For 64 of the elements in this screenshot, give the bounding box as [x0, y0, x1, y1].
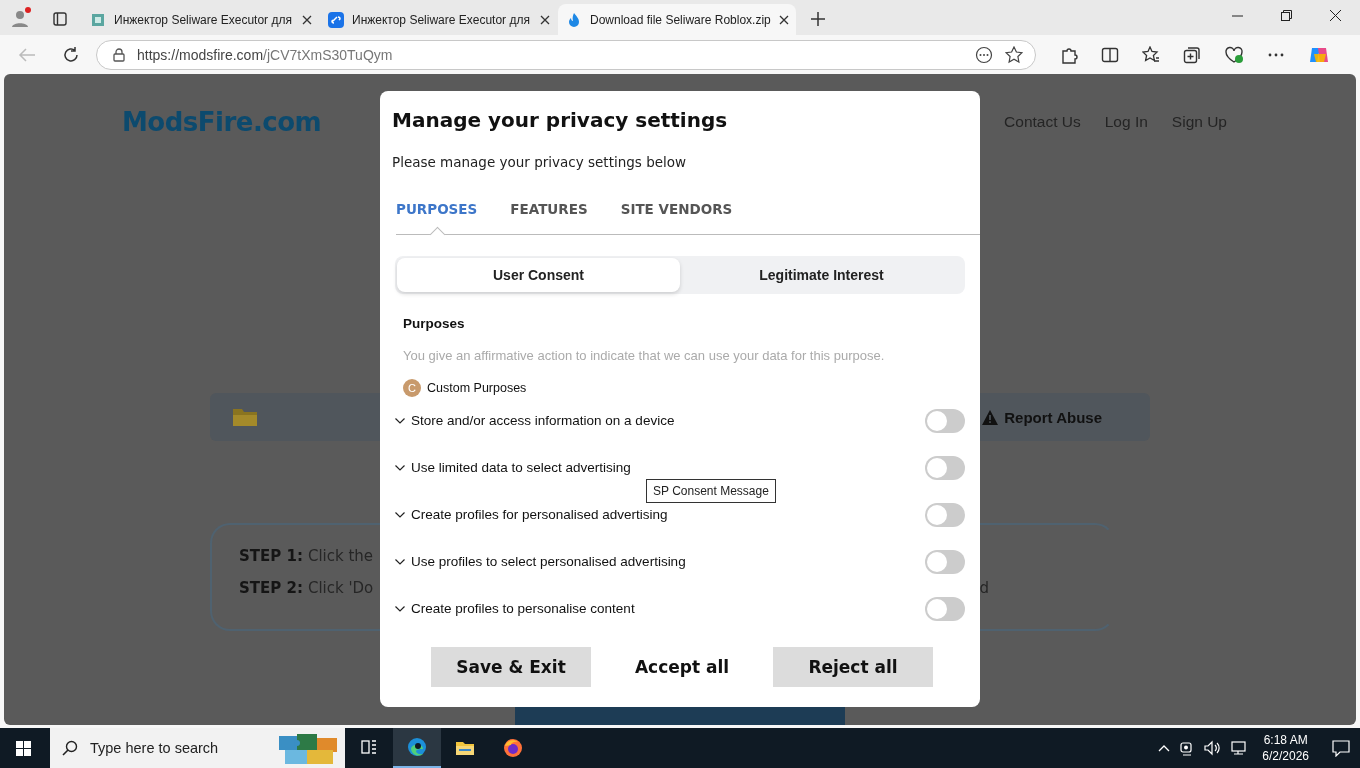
edge-icon[interactable]	[407, 737, 427, 757]
segment-tab[interactable]: Legitimate Interest	[680, 258, 963, 292]
more-icon[interactable]	[975, 45, 993, 64]
restore-icon[interactable]	[1281, 10, 1292, 21]
warning-icon	[982, 409, 999, 425]
star-icon[interactable]	[1005, 45, 1023, 64]
chevron-down-icon[interactable]	[395, 605, 405, 612]
dialog-title: Manage your privacy settings	[392, 108, 729, 132]
letter-avatar: C	[403, 379, 421, 397]
purpose-label[interactable]: Use profiles to select personalised advertising	[411, 554, 686, 569]
taskbar-search[interactable]: Type here to search	[50, 728, 345, 768]
link-icon	[328, 11, 344, 28]
heart-pulse-icon[interactable]	[1224, 45, 1244, 64]
chevron-down-icon[interactable]	[395, 464, 405, 471]
volume-icon[interactable]	[1204, 740, 1223, 756]
browser-tab[interactable]: Инжектор Seliware Executor для	[320, 4, 558, 35]
dialog-tab[interactable]: SITE VENDORS	[620, 201, 733, 217]
group-label: Custom Purposes	[427, 381, 527, 395]
new-tab-icon[interactable]	[810, 11, 826, 27]
dialog-subtitle: Please manage your privacy settings below	[392, 154, 688, 170]
cube-icon	[90, 11, 106, 28]
section-heading: Purposes	[403, 316, 466, 331]
firefox-icon[interactable]	[503, 738, 523, 758]
dialog-tab[interactable]: FEATURES	[510, 201, 588, 217]
dialog-button[interactable]: Save & Exit	[431, 647, 591, 687]
notification-icon[interactable]	[1332, 739, 1350, 757]
close-icon[interactable]	[778, 14, 789, 25]
chevron-up-icon[interactable]	[1158, 744, 1171, 752]
purpose-label[interactable]: Use limited data to select advertising	[411, 460, 631, 475]
clock[interactable]: 6:18 AM 6/2/2026	[1262, 732, 1309, 764]
chevron-down-icon[interactable]	[395, 511, 405, 518]
tab-actions-icon[interactable]	[52, 11, 68, 27]
purpose-label[interactable]: Store and/or access information on a device	[411, 413, 675, 428]
toggle-switch[interactable]	[925, 596, 965, 621]
split-screen-icon[interactable]	[1101, 45, 1119, 64]
dialog-tab[interactable]: PURPOSES	[396, 201, 478, 217]
browser-tab[interactable]: Download file Seliware Roblox.zip	[558, 4, 796, 35]
address-bar[interactable]: https://modsfire.com/jCV7tXmS30TuQym	[96, 39, 1036, 70]
toggle-switch[interactable]	[925, 455, 965, 480]
collections-icon[interactable]	[1183, 45, 1201, 64]
section-description: You give an affirmative action to indicate that we can use your data for this purpose.	[403, 348, 886, 363]
puzzle-pieces-icon	[279, 732, 337, 764]
browser-tab[interactable]: Инжектор Seliware Executor для	[82, 4, 320, 35]
chevron-down-icon[interactable]	[395, 417, 405, 424]
flame-icon	[566, 11, 582, 28]
puzzle-icon[interactable]	[1060, 45, 1078, 64]
purpose-label[interactable]: Create profiles to personalise content	[411, 601, 635, 616]
favorites-icon[interactable]	[1142, 45, 1160, 64]
consent-tooltip: SP Consent Message	[646, 479, 776, 503]
search-icon	[62, 740, 78, 756]
refresh-icon[interactable]	[62, 45, 80, 64]
close-icon[interactable]	[1330, 10, 1341, 21]
dialog-button[interactable]: Reject all	[773, 647, 933, 687]
close-icon[interactable]	[540, 14, 550, 25]
chevron-down-icon[interactable]	[395, 558, 405, 565]
lock-icon	[113, 47, 125, 62]
close-icon[interactable]	[302, 14, 312, 25]
purpose-label[interactable]: Create profiles for personalised advertising	[411, 507, 668, 522]
folder-icon	[232, 407, 258, 427]
dialog-button[interactable]: Accept all	[602, 647, 762, 687]
toggle-switch[interactable]	[925, 408, 965, 433]
segment-tab[interactable]: User Consent	[397, 258, 680, 292]
toggle-switch[interactable]	[925, 549, 965, 574]
toggle-switch[interactable]	[925, 502, 965, 527]
